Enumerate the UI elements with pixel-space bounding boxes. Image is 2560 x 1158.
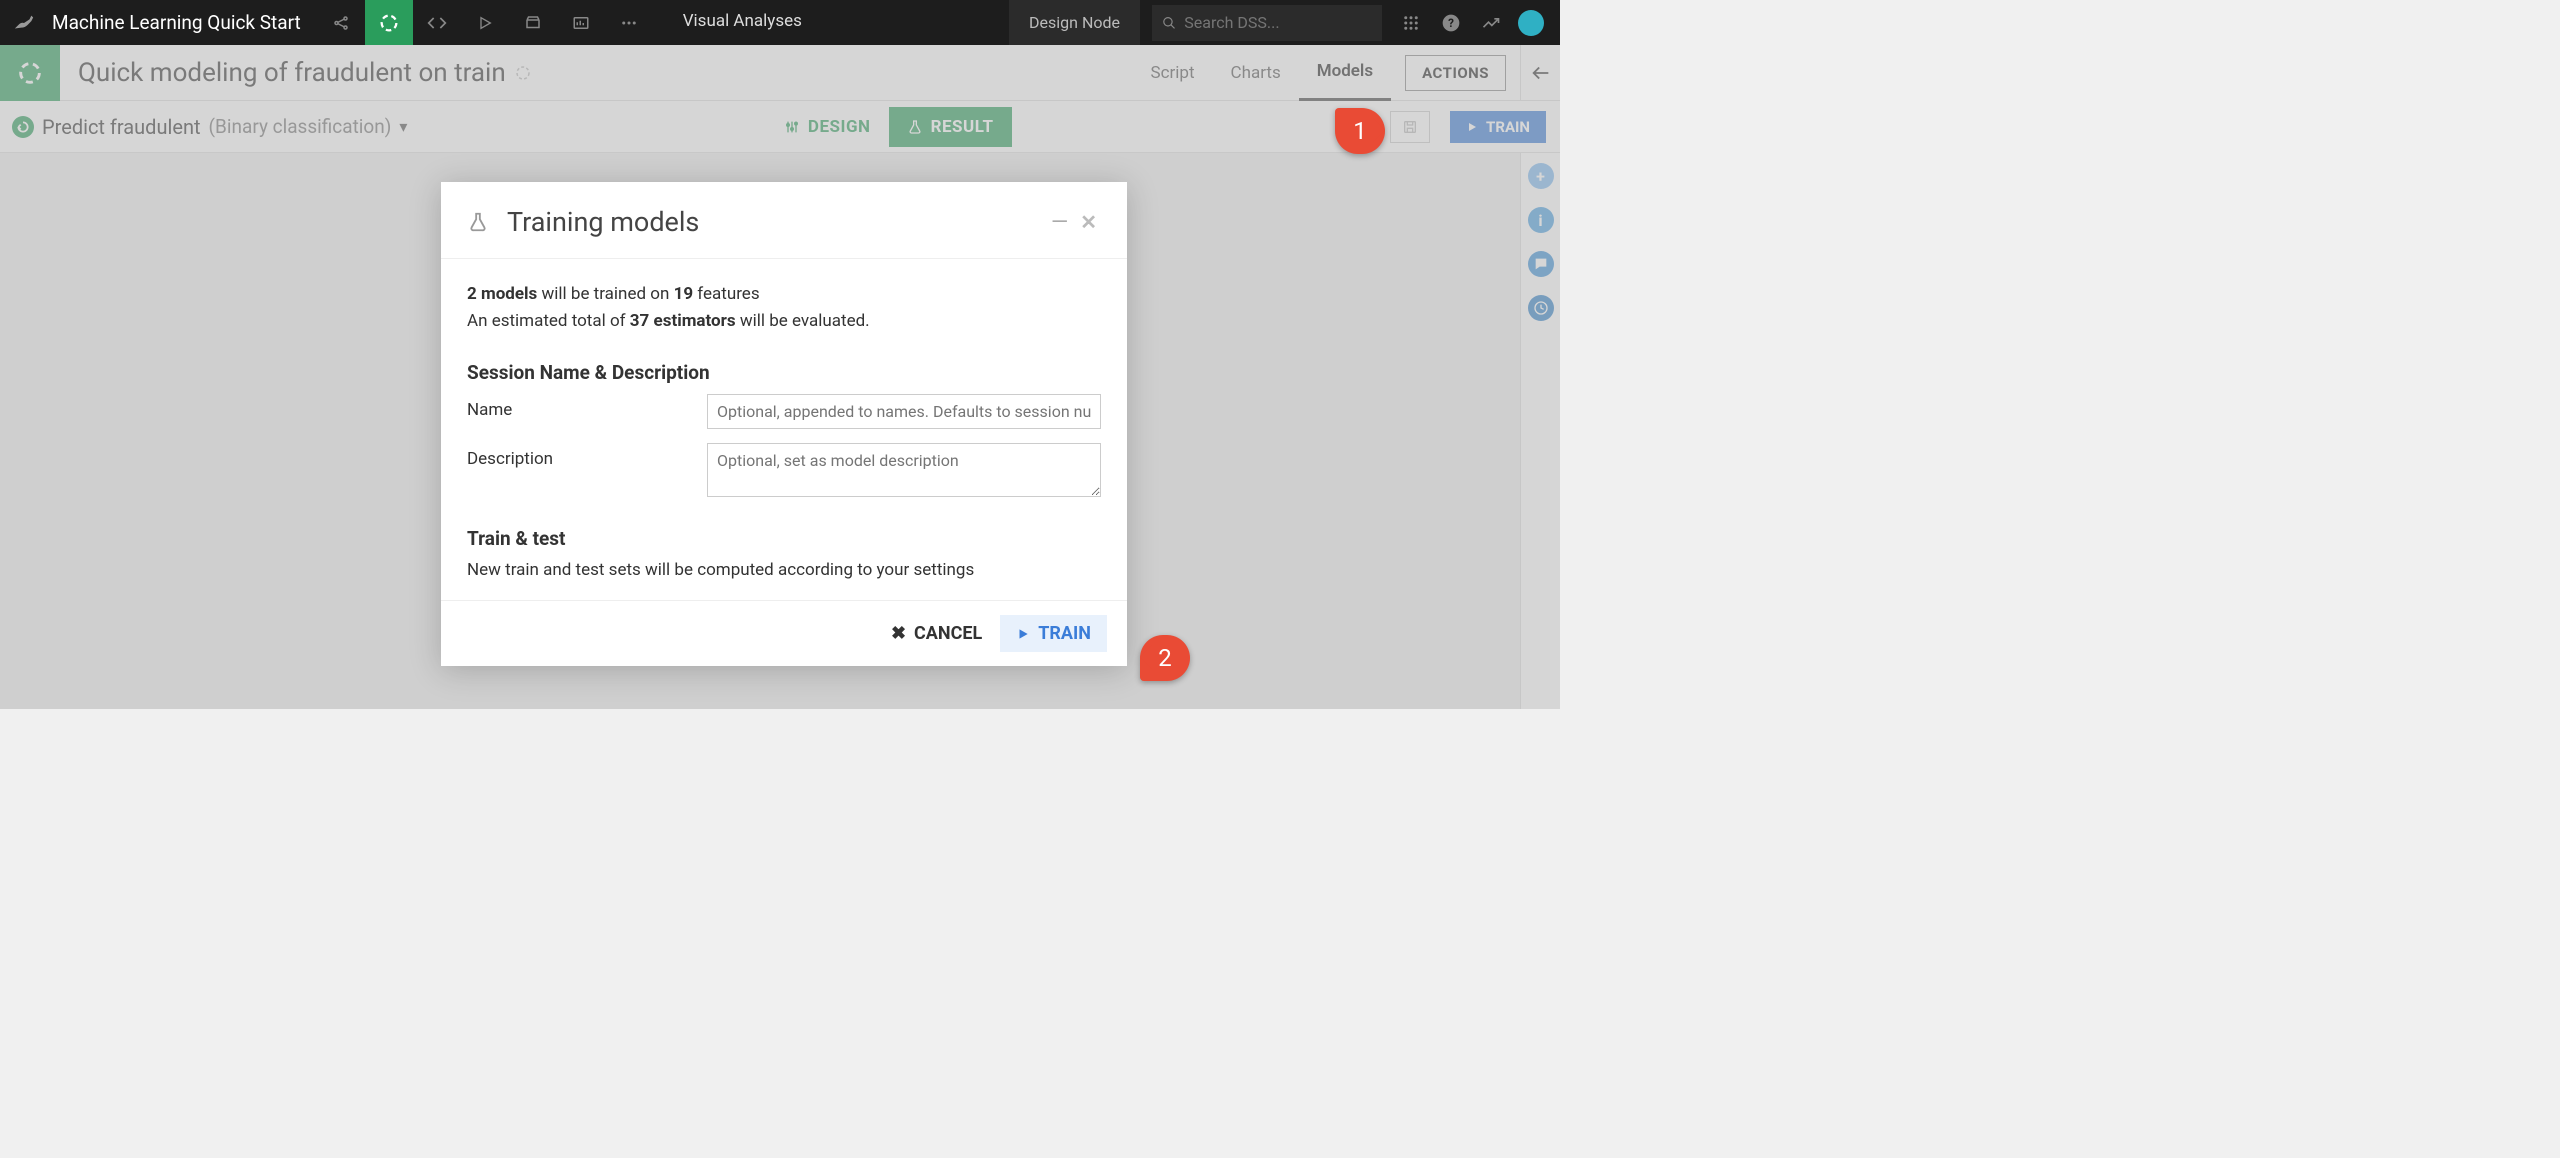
- dataiku-logo-icon[interactable]: [0, 12, 48, 34]
- session-description-input[interactable]: [707, 443, 1101, 497]
- description-label: Description: [467, 443, 707, 469]
- minimize-icon[interactable]: —: [1043, 210, 1076, 235]
- help-icon[interactable]: ?: [1434, 6, 1468, 40]
- user-avatar[interactable]: [1514, 6, 1548, 40]
- training-modal: Training models — ✕ 2 models will be tra…: [441, 182, 1127, 666]
- summary-line-2: An estimated total of 37 estimators will…: [467, 308, 1101, 335]
- more-icon[interactable]: [605, 0, 653, 45]
- section-session-heading: Session Name & Description: [467, 361, 1101, 384]
- annotation-1: 1: [1335, 108, 1385, 154]
- design-node-badge[interactable]: Design Node: [1009, 0, 1140, 45]
- search-icon: [1162, 15, 1176, 31]
- share-icon[interactable]: [317, 0, 365, 45]
- layers-icon[interactable]: [509, 0, 557, 45]
- modal-train-label: TRAIN: [1038, 623, 1091, 644]
- annotation-2: 2: [1140, 635, 1190, 681]
- flask-icon: [467, 211, 489, 233]
- session-name-input[interactable]: [707, 394, 1101, 429]
- cancel-label: CANCEL: [914, 623, 982, 644]
- play-icon[interactable]: [461, 0, 509, 45]
- play-icon: [1016, 627, 1030, 641]
- top-bar: Machine Learning Quick Start Visu: [0, 0, 1560, 45]
- train-test-note: New train and test sets will be computed…: [467, 560, 1101, 580]
- x-icon: ✖: [891, 623, 906, 644]
- activity-icon[interactable]: [1474, 6, 1508, 40]
- breadcrumb-visual-analyses[interactable]: Visual Analyses: [683, 11, 802, 35]
- apps-grid-icon[interactable]: [1394, 6, 1428, 40]
- modal-title: Training models: [507, 206, 1043, 238]
- cancel-button[interactable]: ✖ CANCEL: [891, 623, 982, 644]
- project-name[interactable]: Machine Learning Quick Start: [48, 11, 317, 34]
- flow-icon[interactable]: [365, 0, 413, 45]
- summary-line-1: 2 models will be trained on 19 features: [467, 281, 1101, 308]
- close-icon[interactable]: ✕: [1076, 210, 1101, 234]
- dashboard-icon[interactable]: [557, 0, 605, 45]
- global-search[interactable]: [1152, 5, 1382, 41]
- modal-train-button[interactable]: TRAIN: [1000, 615, 1107, 652]
- section-train-test-heading: Train & test: [467, 527, 1101, 550]
- svg-text:?: ?: [1448, 16, 1454, 30]
- code-icon[interactable]: [413, 0, 461, 45]
- search-input[interactable]: [1184, 13, 1372, 32]
- name-label: Name: [467, 394, 707, 420]
